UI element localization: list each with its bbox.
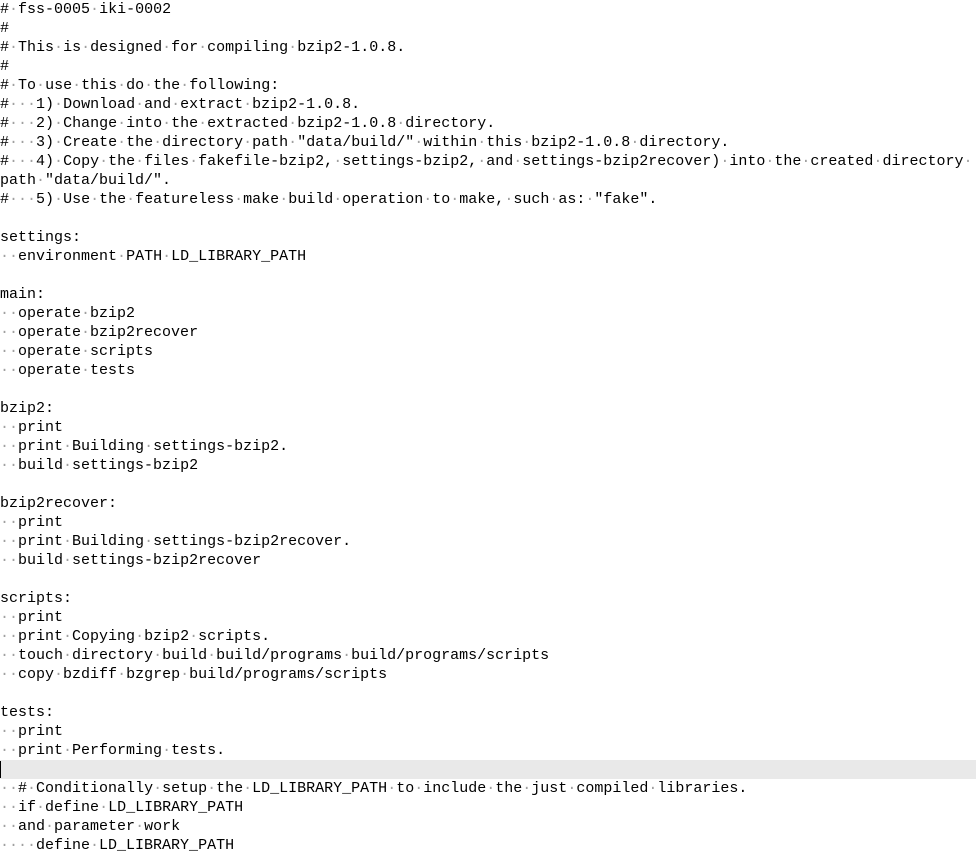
code-line bbox=[0, 266, 976, 285]
code-line: ··operate·bzip2recover bbox=[0, 323, 976, 342]
code-line: ··operate·bzip2 bbox=[0, 304, 976, 323]
code-line bbox=[0, 380, 976, 399]
code-line: ··print bbox=[0, 513, 976, 532]
code-line: # bbox=[0, 19, 976, 38]
code-line: #···1)·Download·and·extract·bzip2-1.0.8. bbox=[0, 95, 976, 114]
code-editor[interactable]: #·fss-0005·iki-0002##·This·is·designed·f… bbox=[0, 0, 976, 855]
code-line: #···3)·Create·the·directory·path·"data/b… bbox=[0, 133, 976, 152]
code-line: ··print·Building·settings-bzip2. bbox=[0, 437, 976, 456]
code-line: ··print·Performing·tests. bbox=[0, 741, 976, 760]
code-line bbox=[0, 570, 976, 589]
code-line: ··print bbox=[0, 722, 976, 741]
code-line: ··build·settings-bzip2 bbox=[0, 456, 976, 475]
code-line: ··and·parameter·work bbox=[0, 817, 976, 836]
code-line: bzip2recover: bbox=[0, 494, 976, 513]
code-line: bzip2: bbox=[0, 399, 976, 418]
code-line: ··if·define·LD_LIBRARY_PATH bbox=[0, 798, 976, 817]
code-line: ··build·settings-bzip2recover bbox=[0, 551, 976, 570]
code-line: ··operate·tests bbox=[0, 361, 976, 380]
code-line: #·This·is·designed·for·compiling·bzip2-1… bbox=[0, 38, 976, 57]
code-line: #···5)·Use·the·featureless·make·build·op… bbox=[0, 190, 976, 209]
code-line: ··print·Copying·bzip2·scripts. bbox=[0, 627, 976, 646]
code-line: ····define·LD_LIBRARY_PATH bbox=[0, 836, 976, 855]
code-line: ··print bbox=[0, 418, 976, 437]
code-line: #·To·use·this·do·the·following: bbox=[0, 76, 976, 95]
code-line: ··print·Building·settings-bzip2recover. bbox=[0, 532, 976, 551]
code-line bbox=[0, 684, 976, 703]
code-line: ··copy·bzdiff·bzgrep·build/programs/scri… bbox=[0, 665, 976, 684]
code-line: ··environment·PATH·LD_LIBRARY_PATH bbox=[0, 247, 976, 266]
code-line: ··print bbox=[0, 608, 976, 627]
code-line: main: bbox=[0, 285, 976, 304]
code-line: ··#·Conditionally·setup·the·LD_LIBRARY_P… bbox=[0, 779, 976, 798]
code-line: ··operate·scripts bbox=[0, 342, 976, 361]
code-line: scripts: bbox=[0, 589, 976, 608]
code-line bbox=[0, 209, 976, 228]
code-line: #···2)·Change·into·the·extracted·bzip2-1… bbox=[0, 114, 976, 133]
code-line: # bbox=[0, 57, 976, 76]
code-line: #·fss-0005·iki-0002 bbox=[0, 0, 976, 19]
code-line bbox=[0, 760, 976, 779]
code-line: ··touch·directory·build·build/programs·b… bbox=[0, 646, 976, 665]
text-cursor bbox=[0, 761, 1, 778]
code-line: #···4)·Copy·the·files·fakefile-bzip2,·se… bbox=[0, 152, 976, 190]
code-line bbox=[0, 475, 976, 494]
code-line: tests: bbox=[0, 703, 976, 722]
code-line: settings: bbox=[0, 228, 976, 247]
